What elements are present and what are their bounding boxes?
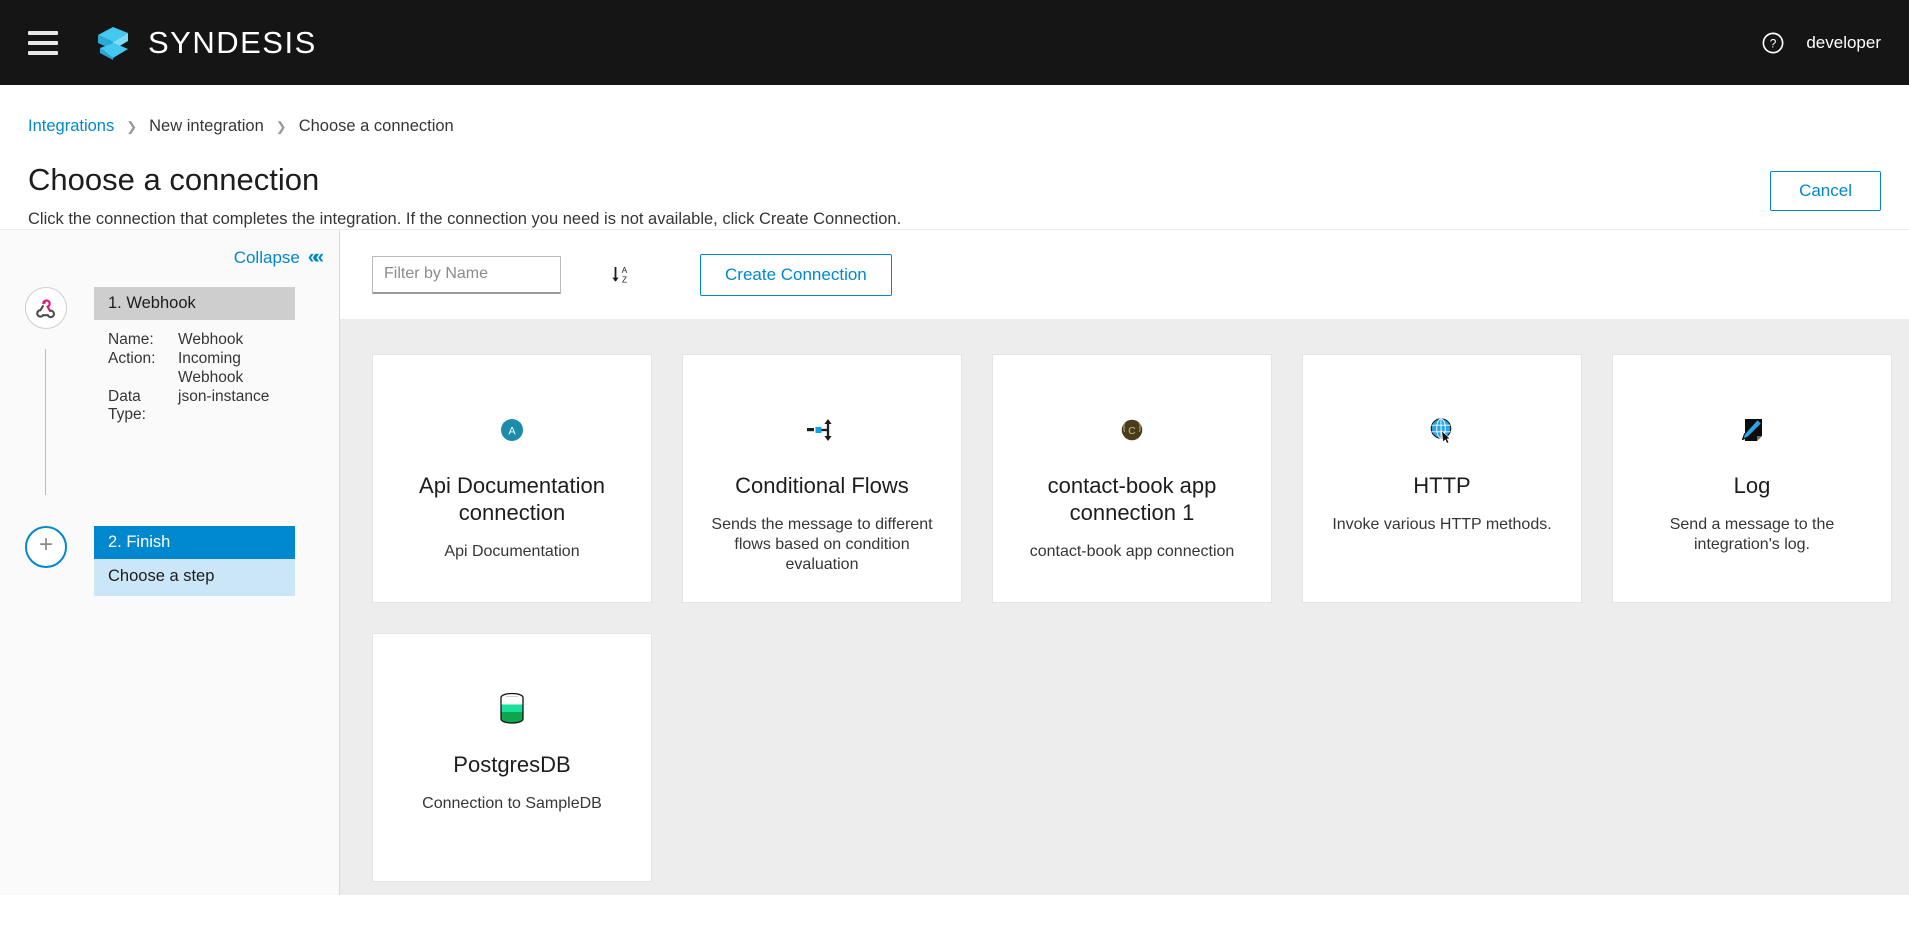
page-header: Integrations ❯ New integration ❯ Choose … — [0, 85, 1909, 230]
step-icon-circle — [25, 287, 67, 330]
breadcrumb-item-choose-a-connection: Choose a connection — [298, 117, 454, 135]
card-icon-wrapper — [497, 692, 527, 726]
main-content: A Z Create Connection A — [340, 230, 1909, 896]
breadcrumb-separator-icon: ❯ — [126, 118, 138, 134]
svg-text:Z: Z — [622, 274, 627, 284]
card-title: Conditional Flows — [735, 473, 909, 499]
card-title: HTTP — [1413, 473, 1471, 499]
detail-key: Action: — [108, 350, 156, 368]
connection-card-postgresdb[interactable]: PostgresDB Connection to SampleDB — [372, 633, 652, 883]
connections-area: A Api Documentation connection Api Docum… — [340, 319, 1909, 895]
card-icon-wrapper: A — [497, 413, 527, 447]
breadcrumb-separator-icon: ❯ — [275, 118, 287, 134]
username-label[interactable]: developer — [1806, 33, 1881, 53]
add-step-button[interactable]: + — [25, 525, 67, 568]
breadcrumb-item-new-integration: New integration — [149, 117, 264, 135]
top-navigation-bar: SYNDESIS ? developer — [0, 0, 1909, 85]
filter-by-name-input[interactable] — [372, 255, 561, 294]
sort-alpha-down-icon: A Z — [612, 265, 628, 284]
step-header-label: 2. Finish — [94, 525, 295, 559]
detail-value: Webhook — [178, 331, 244, 349]
card-title: PostgresDB — [453, 752, 571, 778]
collapse-label: Collapse — [233, 248, 300, 268]
breadcrumb-item-integrations[interactable]: Integrations — [28, 117, 114, 136]
card-title: Api Documentation connection — [419, 473, 605, 525]
page-description: Click the connection that completes the … — [28, 210, 902, 229]
card-description: contact-book app connection — [1029, 542, 1235, 560]
card-title: contact-book app connection 1 — [1047, 473, 1217, 525]
title-row: Choose a connection Click the connection… — [28, 162, 1881, 229]
cancel-button[interactable]: Cancel — [1770, 171, 1881, 211]
card-icon-wrapper — [1737, 413, 1767, 447]
step-body: 1. Webhook Name: Webhook Action: Incomin… — [94, 287, 295, 425]
connections-grid: A Api Documentation connection Api Docum… — [372, 354, 1909, 883]
card-description: Api Documentation — [444, 542, 580, 560]
card-icon-wrapper: C — [1118, 413, 1146, 447]
hamburger-menu-icon[interactable] — [28, 30, 58, 55]
detail-value: json-instance — [178, 387, 270, 405]
detail-key: Data Type: — [108, 387, 146, 424]
step-sub-label[interactable]: Choose a step — [94, 558, 295, 596]
connection-card-http[interactable]: HTTP Invoke various HTTP methods. — [1302, 354, 1582, 604]
sidebar-step-webhook[interactable]: 1. Webhook Name: Webhook Action: Incomin… — [0, 287, 339, 425]
detail-value: Incoming Webhook — [178, 350, 244, 386]
card-description: Sends the message to different flows bas… — [711, 515, 933, 574]
svg-text:?: ? — [1770, 36, 1777, 50]
detail-key: Name: — [108, 331, 154, 349]
detail-row: Action: Incoming Webhook — [108, 350, 295, 387]
database-icon — [500, 692, 524, 724]
title-block: Choose a connection Click the connection… — [28, 162, 902, 229]
card-description: Send a message to the integration's log. — [1669, 515, 1835, 554]
webhook-icon — [36, 299, 55, 319]
step-header-label: 1. Webhook — [94, 287, 295, 321]
log-pen-icon — [1741, 419, 1763, 442]
collapse-sidebar-button[interactable]: Collapse «« — [0, 230, 339, 269]
breadcrumb: Integrations ❯ New integration ❯ Choose … — [28, 85, 1881, 136]
detail-row: Name: Webhook — [108, 331, 295, 349]
syndesis-logo-icon — [98, 26, 128, 60]
sort-button[interactable]: A Z — [606, 260, 636, 290]
svg-text:A: A — [622, 265, 628, 275]
connections-toolbar: A Z Create Connection — [340, 230, 1909, 320]
step-details: Name: Webhook Action: Incoming Webhook D… — [94, 320, 295, 424]
contact-book-icon: C — [1121, 419, 1143, 441]
connection-card-conditional-flows[interactable]: Conditional Flows Sends the message to d… — [682, 354, 962, 604]
card-title: Log — [1733, 473, 1771, 499]
card-icon-wrapper — [806, 413, 838, 447]
connection-card-contact-book-app[interactable]: C contact-book app connection 1 contact-… — [992, 354, 1272, 604]
create-connection-button[interactable]: Create Connection — [700, 253, 892, 296]
svg-text:C: C — [1128, 426, 1136, 437]
plus-icon: + — [38, 531, 53, 558]
card-icon-wrapper — [1427, 413, 1457, 447]
connection-card-api-documentation[interactable]: A Api Documentation connection Api Docum… — [372, 354, 652, 604]
conditional-flows-icon — [807, 419, 832, 442]
api-documentation-icon: A — [501, 419, 523, 442]
page-title: Choose a connection — [28, 162, 320, 197]
http-globe-icon — [1430, 418, 1452, 445]
topbar-right-group: ? developer — [1762, 32, 1881, 54]
connection-card-log[interactable]: Log Send a message to the integration's … — [1612, 354, 1892, 604]
brand-name: SYNDESIS — [148, 24, 317, 60]
body-wrapper: Collapse «« 1. Webhook Name: Webhook Act… — [0, 229, 1909, 896]
step-body: 2. Finish Choose a step — [94, 525, 295, 596]
svg-text:A: A — [508, 426, 516, 438]
card-description: Invoke various HTTP methods. — [1332, 515, 1552, 533]
help-circle-icon[interactable]: ? — [1762, 32, 1784, 54]
steps-list: 1. Webhook Name: Webhook Action: Incomin… — [0, 287, 339, 596]
sidebar-step-finish[interactable]: + 2. Finish Choose a step — [0, 525, 339, 596]
double-chevron-left-icon: «« — [307, 247, 324, 269]
brand-logo-link[interactable]: SYNDESIS — [92, 22, 317, 64]
card-description: Connection to SampleDB — [422, 794, 602, 812]
integration-steps-sidebar: Collapse «« 1. Webhook Name: Webhook Act… — [0, 230, 340, 896]
detail-row: Data Type: json-instance — [108, 388, 295, 425]
